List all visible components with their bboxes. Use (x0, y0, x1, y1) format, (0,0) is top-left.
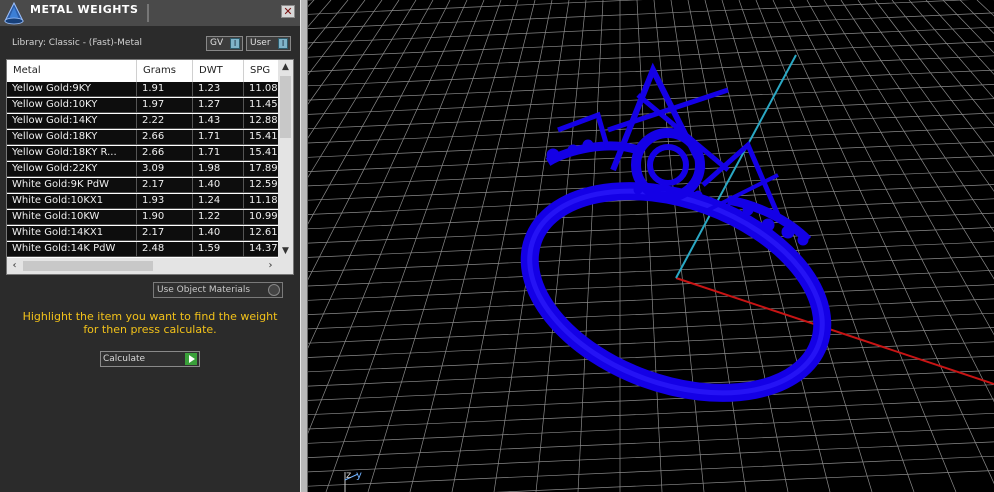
table-row[interactable]: Yellow Gold:10KY 1.97 1.27 11.45 (7, 98, 284, 113)
cell-grams: 2.22 (137, 114, 193, 129)
cell-metal: White Gold:10KX1 (7, 194, 137, 209)
cell-grams: 1.97 (137, 98, 193, 113)
viewport-3d[interactable]: z y (308, 0, 994, 492)
table-row[interactable]: White Gold:10KX1 1.93 1.24 11.18 (7, 194, 284, 209)
table-row[interactable]: Yellow Gold:9KY 1.91 1.23 11.08 (7, 82, 284, 97)
user-toggle-label: User (250, 38, 271, 48)
cell-dwt: 1.24 (193, 194, 244, 209)
table-header: Metal Grams DWT SPG (7, 60, 284, 82)
calculate-label: Calculate (103, 354, 146, 364)
cell-metal: White Gold:10KW (7, 210, 137, 225)
cell-dwt: 1.71 (193, 130, 244, 145)
use-object-materials-toggle[interactable]: Use Object Materials (153, 282, 283, 298)
metal-table: Metal Grams DWT SPG Yellow Gold:9KY 1.91 1… (6, 59, 294, 275)
play-icon (185, 353, 197, 365)
axis-indicator: z y (344, 470, 362, 492)
gv-toggle[interactable]: GV I (206, 36, 243, 51)
horizontal-scroll-thumb[interactable] (23, 261, 153, 271)
horizontal-scrollbar[interactable]: ‹ › (7, 258, 293, 274)
axis-z-label: z (346, 470, 351, 481)
cell-metal: White Gold:14KX1 (7, 226, 137, 241)
vertical-scroll-thumb[interactable] (280, 76, 291, 138)
metal-weights-panel: METAL WEIGHTS ✕ Library: Classic - (Fast… (0, 0, 300, 492)
cell-grams: 3.09 (137, 162, 193, 177)
cell-metal: Yellow Gold:10KY (7, 98, 137, 113)
cell-dwt: 1.98 (193, 162, 244, 177)
instruction-line-2: for then press calculate. (83, 323, 217, 336)
radio-icon (268, 284, 280, 296)
table-row[interactable]: Yellow Gold:18KY 2.66 1.71 15.41 (7, 130, 284, 145)
cell-grams: 2.17 (137, 226, 193, 241)
title-bar: METAL WEIGHTS ✕ (0, 0, 300, 26)
axis-y-label: y (356, 470, 362, 481)
toggle-knob-icon: I (230, 38, 240, 49)
cell-metal: Yellow Gold:22KY (7, 162, 137, 177)
table-row[interactable]: Yellow Gold:14KY 2.22 1.43 12.88 (7, 114, 284, 129)
scroll-down-arrow-icon[interactable]: ▼ (278, 244, 293, 258)
cell-grams: 2.48 (137, 242, 193, 257)
gv-toggle-label: GV (210, 38, 224, 48)
cell-grams: 1.90 (137, 210, 193, 225)
cell-grams: 2.66 (137, 146, 193, 161)
viewport-canvas: z y (308, 0, 994, 492)
cell-grams: 2.66 (137, 130, 193, 145)
user-toggle[interactable]: User I (246, 36, 291, 51)
cell-metal: Yellow Gold:14KY (7, 114, 137, 129)
title-separator (147, 4, 149, 22)
cell-dwt: 1.59 (193, 242, 244, 257)
cell-grams: 1.93 (137, 194, 193, 209)
column-header-metal[interactable]: Metal (7, 60, 137, 82)
app-logo-icon (4, 1, 24, 25)
use-object-materials-label: Use Object Materials (157, 285, 251, 295)
vertical-scrollbar[interactable]: ▲ ▼ (278, 60, 293, 258)
table-row[interactable]: White Gold:14K PdW 2.48 1.59 14.37 (7, 242, 284, 257)
scroll-left-arrow-icon[interactable]: ‹ (7, 258, 22, 274)
table-row[interactable]: Yellow Gold:18KY R... 2.66 1.71 15.41 (7, 146, 284, 161)
column-header-dwt[interactable]: DWT (193, 60, 244, 82)
cell-metal: White Gold:9K PdW (7, 178, 137, 193)
close-button[interactable]: ✕ (281, 5, 295, 18)
instruction-line-1: Highlight the item you want to find the … (22, 310, 278, 323)
cell-dwt: 1.40 (193, 178, 244, 193)
library-label: Library: Classic - (Fast)-Metal (12, 38, 143, 48)
cell-metal: White Gold:14K PdW (7, 242, 137, 257)
instruction-text: Highlight the item you want to find the … (0, 310, 300, 336)
cell-dwt: 1.27 (193, 98, 244, 113)
table-row[interactable]: White Gold:14KX1 2.17 1.40 12.61 (7, 226, 284, 241)
scroll-up-arrow-icon[interactable]: ▲ (278, 60, 293, 74)
scroll-right-arrow-icon[interactable]: › (263, 258, 278, 274)
cell-metal: Yellow Gold:9KY (7, 82, 137, 97)
cell-metal: Yellow Gold:18KY (7, 130, 137, 145)
cell-dwt: 1.71 (193, 146, 244, 161)
cell-dwt: 1.22 (193, 210, 244, 225)
panel-splitter[interactable] (300, 0, 308, 492)
table-row[interactable]: White Gold:10KW 1.90 1.22 10.99 (7, 210, 284, 225)
column-header-grams[interactable]: Grams (137, 60, 193, 82)
cell-metal: Yellow Gold:18KY R... (7, 146, 137, 161)
table-row[interactable]: Yellow Gold:22KY 3.09 1.98 17.89 (7, 162, 284, 177)
cell-dwt: 1.43 (193, 114, 244, 129)
cell-dwt: 1.23 (193, 82, 244, 97)
cell-grams: 1.91 (137, 82, 193, 97)
table-row[interactable]: White Gold:9K PdW 2.17 1.40 12.59 (7, 178, 284, 193)
calculate-button[interactable]: Calculate (100, 351, 200, 367)
window-title: METAL WEIGHTS (30, 3, 139, 16)
cell-dwt: 1.40 (193, 226, 244, 241)
cell-grams: 2.17 (137, 178, 193, 193)
toggle-knob-icon: I (278, 38, 288, 49)
